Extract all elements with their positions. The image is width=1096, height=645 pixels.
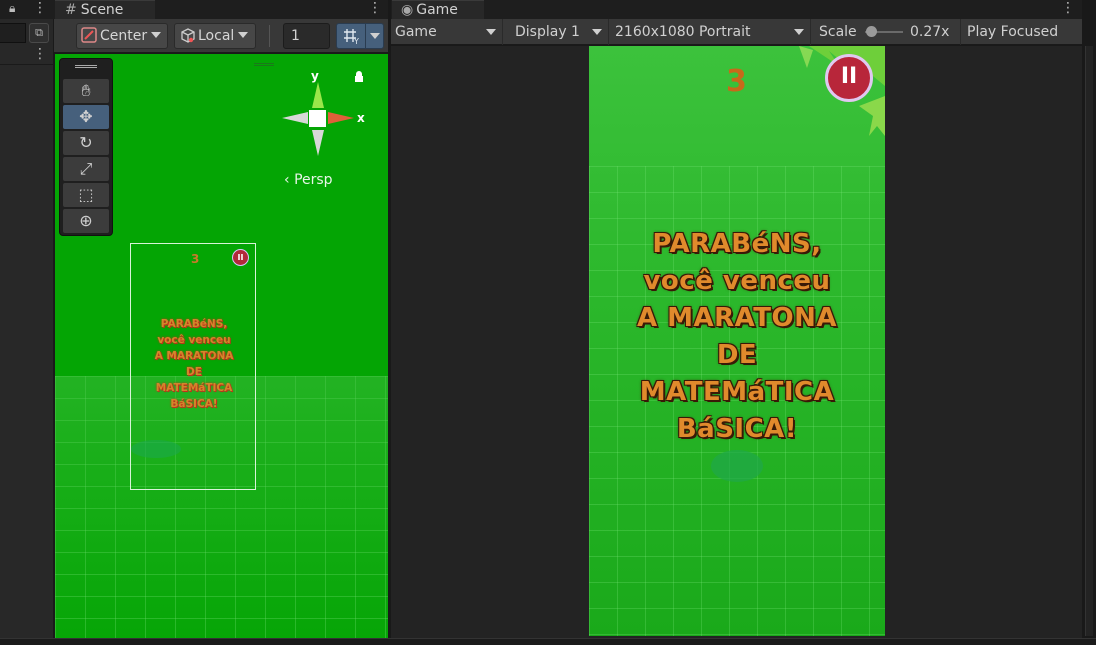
player-blob [711, 450, 763, 482]
orientation-gizmo[interactable]: y x [280, 68, 370, 164]
chevron-down-icon [151, 32, 162, 38]
preview-message-line: A MARATONA [154, 350, 234, 362]
pivot-space-dropdown[interactable]: Local [174, 23, 256, 49]
snap-increment-input[interactable]: 1 [283, 23, 330, 49]
axis-y-label: y [311, 69, 319, 83]
preview-score: 3 [191, 252, 200, 266]
preview-message-line: BáSICA! [170, 398, 218, 410]
palette-drag-handle[interactable] [75, 65, 97, 68]
preview-message-line: MATEMáTICA [155, 382, 233, 394]
display-dropdown[interactable]: Display 1 [511, 19, 609, 45]
rotate-tool-icon[interactable]: ↻ [63, 131, 109, 155]
tab-game-label: Game [416, 2, 458, 18]
tab-scene-label: Scene [80, 2, 124, 18]
victory-message-line: MATEMáTICA [639, 377, 835, 407]
gizmo-lock-icon[interactable] [355, 71, 363, 82]
transform-tool-icon[interactable]: ⊕ [63, 209, 109, 233]
tab-game[interactable]: ◉ Game [392, 0, 484, 19]
scene-hash-icon: # [65, 2, 77, 18]
more-options-icon[interactable]: ⋮ [33, 46, 47, 62]
scene-drag-handle[interactable] [254, 63, 274, 66]
scrollbar[interactable] [1085, 46, 1093, 636]
scale-label: Scale [819, 24, 857, 40]
neg-x-axis-cone[interactable] [282, 112, 308, 124]
local-space-icon [181, 28, 195, 43]
move-tool-icon[interactable]: ✥ [63, 105, 109, 129]
persp-icon: ‹ [284, 172, 290, 188]
chevron-down-icon [238, 32, 249, 38]
victory-message-line: DE [716, 340, 758, 370]
camera-frame-preview: 3 II PARABéNS, você venceu A MARATONA DE… [130, 243, 256, 490]
scene-more-options-icon[interactable]: ⋮ [368, 0, 382, 16]
scale-tool-icon[interactable]: ⤢ [63, 157, 109, 181]
chevron-down-icon [794, 29, 804, 35]
chevron-down-icon[interactable] [370, 33, 380, 39]
center-cube[interactable] [309, 110, 326, 127]
grid-snapping-button[interactable]: Y [336, 23, 384, 49]
more-options-icon[interactable]: ⋮ [33, 0, 47, 16]
game-mode-label: Game [395, 24, 437, 40]
play-mode-dropdown[interactable]: Play Focused [963, 19, 1082, 45]
pivot-center-icon [81, 27, 97, 43]
resolution-label: 2160x1080 Portrait [615, 24, 751, 40]
inspector-strip: 🔒︎ ⋮ ⧉ ⋮ [0, 0, 54, 638]
svg-text:Y: Y [353, 37, 359, 45]
game-score: 3 [726, 64, 747, 99]
left-input-field[interactable] [0, 23, 26, 43]
game-mode-dropdown[interactable]: Game [391, 19, 503, 45]
grid-snap-icon: Y [344, 29, 359, 45]
pause-button[interactable]: II [825, 54, 873, 102]
preview-message-line: PARABéNS, [160, 318, 228, 330]
pivot-mode-label: Center [100, 28, 148, 44]
victory-message-line: A MARATONA [636, 303, 837, 333]
divider [0, 64, 54, 65]
toolbar-divider [269, 25, 270, 47]
maximize-icon[interactable]: ⧉ [29, 23, 49, 43]
game-tab-bar [391, 0, 1082, 19]
tab-scene[interactable]: # Scene [55, 0, 155, 19]
victory-message-line: PARABéNS, [652, 229, 822, 259]
tool-palette: ✋︎ ✥ ↻ ⤢ ⬚ ⊕ [59, 58, 113, 236]
projection-label: Persp [294, 172, 333, 188]
resolution-dropdown[interactable]: 2160x1080 Portrait [611, 19, 811, 45]
preview-message: PARABéNS, você venceu A MARATONA DE MATE… [131, 316, 257, 412]
play-mode-label: Play Focused [967, 24, 1059, 40]
scale-slider-thumb[interactable] [866, 26, 877, 37]
right-edge-strip [1082, 0, 1096, 638]
scale-value: 0.27x [910, 24, 950, 40]
victory-message-line: BáSICA! [676, 414, 798, 444]
preview-message-line: DE [186, 366, 202, 378]
victory-message-line: você venceu [643, 266, 831, 296]
neg-y-axis-cone[interactable] [312, 130, 324, 156]
divider [365, 24, 366, 48]
game-screen[interactable]: 3 II PARABéNS, você venceu A MARATONA DE… [589, 46, 885, 636]
chevron-down-icon [592, 29, 602, 35]
preview-pause-icon: II [232, 249, 249, 266]
preview-message-line: você venceu [157, 334, 231, 346]
display-label: Display 1 [515, 24, 580, 40]
scale-control: Scale 0.27x [815, 19, 961, 45]
game-toolbar: Game Display 1 2160x1080 Portrait Scale … [391, 19, 1082, 45]
y-axis-cone[interactable] [312, 82, 324, 108]
hand-tool-icon[interactable]: ✋︎ [63, 79, 109, 103]
chevron-down-icon [486, 29, 496, 35]
axis-x-label: x [357, 111, 365, 125]
x-axis-cone[interactable] [328, 112, 354, 124]
pivot-space-label: Local [198, 28, 235, 44]
preview-player-blob [131, 440, 181, 458]
lock-icon[interactable]: 🔒︎ [9, 1, 15, 16]
pivot-mode-dropdown[interactable]: Center [76, 23, 168, 49]
scene-toolbar: Center Local 1 Y [54, 19, 388, 53]
gamepad-icon: ◉ [401, 2, 414, 18]
bottom-status-bar [0, 638, 1096, 645]
rect-tool-icon[interactable]: ⬚ [63, 183, 109, 207]
game-more-options-icon[interactable]: ⋮ [1061, 0, 1075, 16]
victory-message: PARABéNS, você venceu A MARATONA DE MATE… [589, 226, 885, 448]
projection-toggle[interactable]: ‹ Persp [284, 172, 333, 188]
